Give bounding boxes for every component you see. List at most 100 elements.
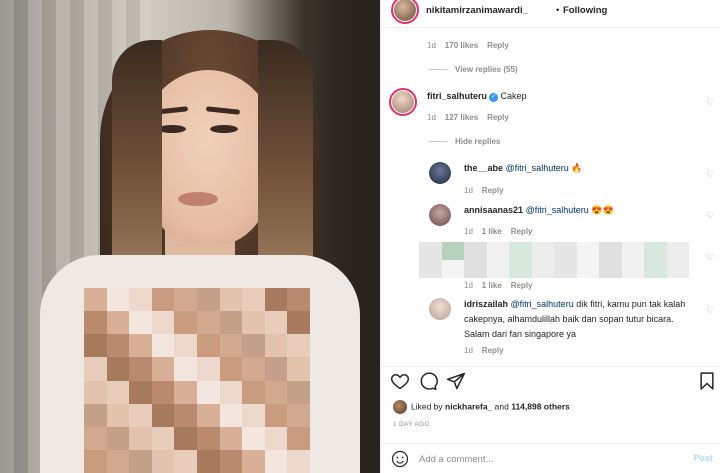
- censor-pixel: [84, 334, 107, 358]
- censor-pixel: [129, 380, 152, 404]
- small-heart-icon[interactable]: ♡: [706, 252, 716, 262]
- reply-time: 1d: [464, 281, 473, 290]
- post-timestamp[interactable]: 1 DAY AGO: [393, 421, 430, 428]
- reply-meta: 1d 1 like Reply: [464, 227, 533, 236]
- censor-pixel: [197, 380, 220, 404]
- censor-pixel: [287, 426, 310, 450]
- censor-pixel: [219, 311, 243, 335]
- reply-mention[interactable]: @fitri_salhuteru: [511, 299, 574, 309]
- censor-pixel: [531, 260, 554, 278]
- reply-avatar[interactable]: [429, 204, 451, 226]
- reply-avatar[interactable]: [429, 162, 451, 184]
- heart-icon[interactable]: [390, 371, 410, 391]
- censor-pixel: [666, 242, 689, 260]
- reply-text: 😍😍: [588, 205, 614, 215]
- reply-button[interactable]: Reply: [482, 186, 504, 195]
- censor-pixel: [151, 357, 175, 381]
- censor-pixel: [197, 403, 220, 427]
- pixelated-reply: [419, 242, 689, 278]
- comment-username[interactable]: fitri_salhuteru: [427, 91, 487, 101]
- view-replies-label: View replies (55): [455, 65, 518, 74]
- reply-button[interactable]: Reply: [487, 41, 509, 50]
- likes-prefix: Liked by: [411, 401, 446, 412]
- censor-pixel: [174, 426, 197, 450]
- censor-pixel: [129, 311, 152, 335]
- bookmark-icon[interactable]: [697, 371, 717, 391]
- censor-pixel: [599, 242, 622, 260]
- emoji-icon[interactable]: [391, 450, 409, 468]
- censor-pixel: [151, 403, 175, 427]
- censor-pixel: [242, 426, 265, 450]
- view-replies-button[interactable]: View replies (55): [429, 65, 518, 74]
- censor-pixel: [242, 311, 265, 335]
- comment-text: Cakep: [500, 91, 527, 101]
- reply-button[interactable]: Reply: [487, 113, 509, 122]
- censor-pixel: [129, 288, 152, 312]
- censor-pixel: [441, 260, 464, 278]
- censor-pixel: [419, 242, 442, 260]
- small-heart-icon[interactable]: ♡: [706, 305, 716, 315]
- likes-count[interactable]: 114,898 others: [511, 401, 570, 411]
- comment-fitri: fitri_salhuteru ✓ Cakep: [427, 89, 527, 104]
- reply-avatar[interactable]: [429, 298, 451, 320]
- censor-pixel: [151, 426, 175, 450]
- pixelated-censor: [84, 288, 310, 473]
- comment-input[interactable]: [419, 451, 659, 467]
- small-heart-icon[interactable]: ♡: [706, 169, 716, 179]
- commenter-avatar[interactable]: [389, 88, 417, 116]
- comments-panel: nikitamirzanimawardi_ • Following 1d 170…: [380, 0, 720, 473]
- reply-username[interactable]: idriszailah: [464, 299, 508, 309]
- comment-composer: Post: [381, 443, 720, 473]
- small-heart-icon[interactable]: ♡: [706, 210, 716, 220]
- comment-time: 1d: [427, 113, 436, 122]
- censor-pixel: [106, 334, 130, 358]
- likes-middle: and: [492, 401, 512, 412]
- author-avatar[interactable]: [391, 0, 419, 24]
- reply-username[interactable]: annisaanas21: [464, 205, 523, 215]
- comment-icon[interactable]: [418, 371, 438, 391]
- censor-pixel: [106, 380, 130, 404]
- censor-pixel: [621, 242, 644, 260]
- reply-button[interactable]: Reply: [511, 227, 533, 236]
- hide-replies-button[interactable]: Hide replies: [429, 137, 500, 146]
- censor-pixel: [644, 242, 667, 260]
- liker-avatar[interactable]: [393, 400, 407, 414]
- censor-pixel: [576, 242, 599, 260]
- censor-pixel: [264, 449, 288, 473]
- censor-pixel: [287, 288, 310, 312]
- comment-likes[interactable]: 170 likes: [445, 41, 478, 50]
- reply-button[interactable]: Reply: [482, 346, 504, 355]
- censor-pixel: [509, 242, 532, 260]
- censor-pixel: [219, 403, 243, 427]
- hide-replies-label: Hide replies: [455, 137, 501, 146]
- reply-likes[interactable]: 1 like: [482, 227, 502, 236]
- censor-pixel: [106, 449, 130, 473]
- following-button[interactable]: Following: [563, 5, 607, 16]
- censor-pixel: [84, 288, 107, 312]
- censor-pixel: [151, 449, 175, 473]
- censor-pixel: [174, 449, 197, 473]
- censor-pixel: [151, 288, 175, 312]
- censor-pixel: [287, 357, 310, 381]
- censor-pixel: [174, 311, 197, 335]
- censor-pixel: [219, 334, 243, 358]
- author-username[interactable]: nikitamirzanimawardi_: [426, 5, 528, 16]
- reply-time: 1d: [464, 346, 473, 355]
- reply-mention[interactable]: @fitri_salhuteru: [506, 163, 569, 173]
- censor-pixel: [174, 288, 197, 312]
- reply-likes[interactable]: 1 like: [482, 281, 502, 290]
- post-button[interactable]: Post: [693, 453, 713, 463]
- censor-pixel: [84, 357, 107, 381]
- comment-likes[interactable]: 127 likes: [445, 113, 478, 122]
- censor-pixel: [644, 260, 667, 278]
- censor-pixel: [84, 380, 107, 404]
- censor-pixel: [129, 426, 152, 450]
- liker-username[interactable]: nickharefa_: [445, 401, 492, 411]
- small-heart-icon[interactable]: ♡: [706, 97, 716, 107]
- reply-mention[interactable]: @fitri_salhuteru: [526, 205, 589, 215]
- post-photo[interactable]: [0, 0, 380, 473]
- reply-button[interactable]: Reply: [511, 281, 533, 290]
- reply-username[interactable]: the__abe: [464, 163, 503, 173]
- share-icon[interactable]: [446, 371, 466, 391]
- censor-pixel: [287, 334, 310, 358]
